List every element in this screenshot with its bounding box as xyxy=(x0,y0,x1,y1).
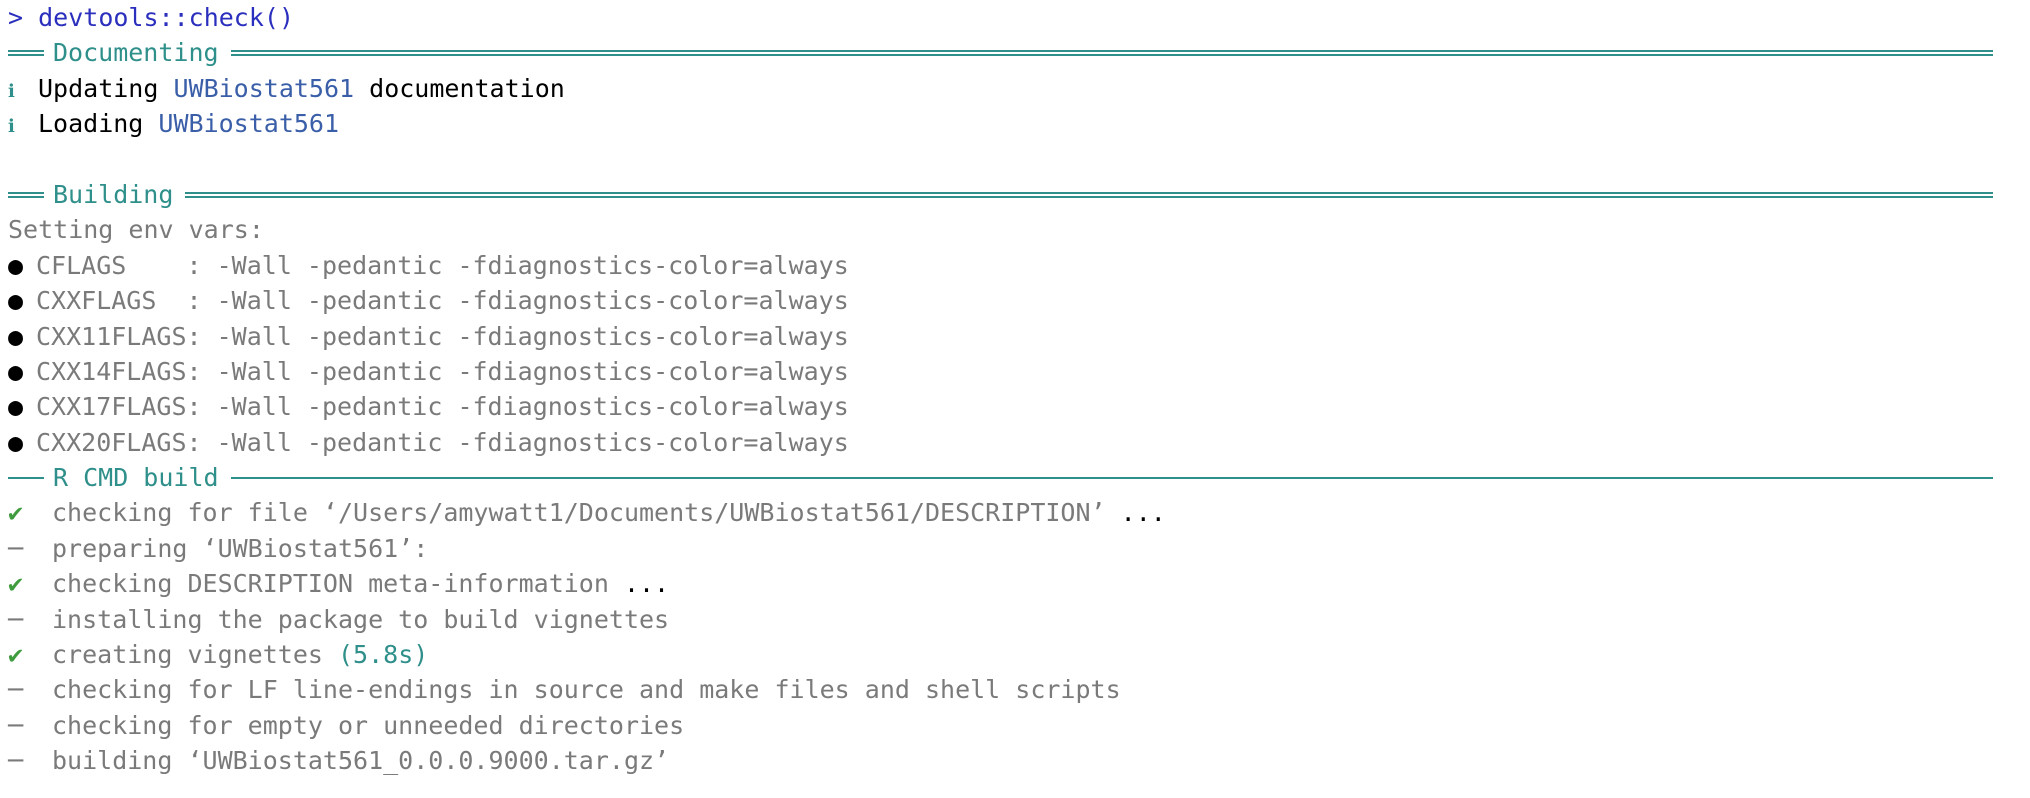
env-header: Setting env vars: xyxy=(8,215,264,245)
bullet-icon: ● xyxy=(8,356,24,386)
env-var-value: : -Wall -pedantic -fdiagnostics-color=al… xyxy=(186,250,849,280)
check-icon: ✔ xyxy=(8,569,24,599)
section-rule-rcmd-build: R CMD build xyxy=(8,460,1993,495)
env-var-row: ● CFLAGS : -Wall -pedantic -fdiagnostics-… xyxy=(8,248,2030,283)
bullet-icon: ● xyxy=(8,321,24,351)
message-suffix: documentation xyxy=(354,73,565,103)
dash-icon: ─ xyxy=(8,604,24,634)
env-var-value: : -Wall -pedantic -fdiagnostics-color=al… xyxy=(186,286,849,316)
env-var-name: CXX11FLAGS xyxy=(36,321,187,351)
step-ellipsis: ... xyxy=(1105,498,1166,528)
build-step: ─ building ‘UWBiostat561_0.0.0.9000.tar.g… xyxy=(8,743,2030,778)
build-step: ✔ checking DESCRIPTION meta-information .… xyxy=(8,566,2030,601)
bullet-icon: ● xyxy=(8,392,24,422)
step-text: preparing ‘UWBiostat561’: xyxy=(52,533,429,563)
rule-fill xyxy=(230,476,1993,479)
step-text: checking for file ‘/Users/amywatt1/Docum… xyxy=(52,498,1106,528)
message-prefix: Loading xyxy=(38,109,159,139)
env-var-value: : -Wall -pedantic -fdiagnostics-color=al… xyxy=(186,356,849,386)
check-icon: ✔ xyxy=(8,498,24,528)
check-icon: ✔ xyxy=(8,640,24,670)
build-step: ✔ checking for file ‘/Users/amywatt1/Docu… xyxy=(8,495,2030,530)
env-var-row: ● CXXFLAGS : -Wall -pedantic -fdiagnostic… xyxy=(8,283,2030,318)
step-text: creating vignettes xyxy=(52,640,323,670)
prompt-marker: > xyxy=(8,3,24,32)
prompt-line: > devtools::check() xyxy=(8,0,2030,35)
step-text: checking DESCRIPTION meta-information xyxy=(52,569,609,599)
env-var-name: CXX17FLAGS xyxy=(36,392,187,422)
build-step: ─ preparing ‘UWBiostat561’: xyxy=(8,531,2030,566)
dash-icon: ─ xyxy=(8,675,24,705)
section-rule-documenting: Documenting xyxy=(8,35,1993,70)
bullet-icon: ● xyxy=(8,250,24,280)
env-var-name: CFLAGS xyxy=(36,250,187,280)
package-name: UWBiostat561 xyxy=(173,73,355,103)
bullet-icon: ● xyxy=(8,427,24,457)
info-icon: ℹ xyxy=(8,116,15,138)
section-title: Documenting xyxy=(53,38,219,68)
build-step: ─ checking for LF line-endings in source … xyxy=(8,672,2030,707)
command-text: devtools::check() xyxy=(38,3,294,32)
message-prefix: Updating xyxy=(38,73,174,103)
doc-message: ℹ Updating UWBiostat561 documentation xyxy=(8,71,2030,106)
env-var-row: ● CXX11FLAGS: -Wall -pedantic -fdiagnosti… xyxy=(8,319,2030,354)
env-var-value: : -Wall -pedantic -fdiagnostics-color=al… xyxy=(186,427,849,457)
rule-fill xyxy=(185,191,1993,198)
r-console-output: > devtools::check() Documenting ℹ Updatin… xyxy=(0,0,2030,779)
section-rule-building: Building xyxy=(8,177,1993,212)
rule-fill xyxy=(230,50,1993,57)
env-var-row: ● CXX14FLAGS: -Wall -pedantic -fdiagnosti… xyxy=(8,354,2030,389)
env-var-value: : -Wall -pedantic -fdiagnostics-color=al… xyxy=(186,321,849,351)
step-text: installing the package to build vignette… xyxy=(52,604,670,634)
build-step: ✔ creating vignettes (5.8s) xyxy=(8,637,2030,672)
section-title: R CMD build xyxy=(53,463,219,493)
rule-prefix xyxy=(8,50,44,57)
dash-icon: ─ xyxy=(8,533,24,563)
build-step: ─ installing the package to build vignett… xyxy=(8,602,2030,637)
step-ellipsis: ... xyxy=(608,569,670,599)
env-var-name: CXXFLAGS xyxy=(36,286,187,316)
env-var-name: CXX20FLAGS xyxy=(36,427,187,457)
build-step: ─ checking for empty or unneeded director… xyxy=(8,708,2030,743)
rule-prefix xyxy=(8,476,44,479)
bullet-icon: ● xyxy=(8,286,24,316)
step-timing: (5.8s) xyxy=(322,640,429,670)
section-title: Building xyxy=(53,179,174,209)
dash-icon: ─ xyxy=(8,746,24,776)
package-name: UWBiostat561 xyxy=(158,109,340,139)
doc-message: ℹ Loading UWBiostat561 xyxy=(8,106,2030,141)
env-var-value: : -Wall -pedantic -fdiagnostics-color=al… xyxy=(186,392,849,422)
step-text: checking for empty or unneeded directori… xyxy=(52,710,685,740)
step-text: building ‘UWBiostat561_0.0.0.9000.tar.gz… xyxy=(52,746,670,776)
step-text: checking for LF line-endings in source a… xyxy=(52,675,1121,705)
rule-prefix xyxy=(8,191,44,198)
dash-icon: ─ xyxy=(8,710,24,740)
env-var-row: ● CXX17FLAGS: -Wall -pedantic -fdiagnosti… xyxy=(8,389,2030,424)
env-var-name: CXX14FLAGS xyxy=(36,356,187,386)
env-var-row: ● CXX20FLAGS: -Wall -pedantic -fdiagnosti… xyxy=(8,425,2030,460)
info-icon: ℹ xyxy=(8,80,15,102)
